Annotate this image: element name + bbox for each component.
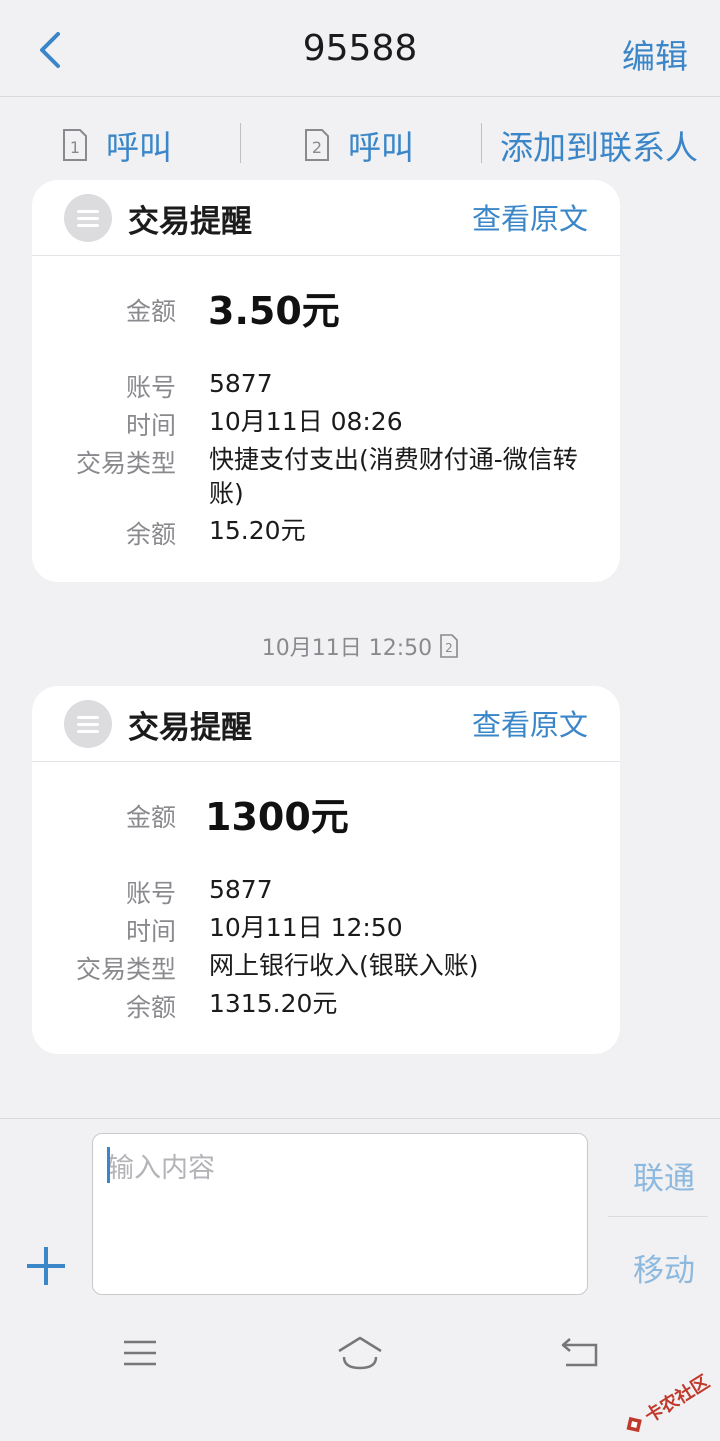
- amount-value: 1300元: [205, 795, 349, 839]
- detail-row: 账号 5877: [32, 874, 620, 912]
- sim-card-2-number: 2: [312, 138, 322, 157]
- top-app-bar: 95588 编辑: [0, 0, 720, 97]
- view-original-link[interactable]: 查看原文: [472, 196, 588, 238]
- detail-label: 交易类型: [75, 449, 176, 478]
- detail-label: 账号: [125, 879, 176, 908]
- send-via-unicom-button[interactable]: 联通: [608, 1153, 720, 1198]
- divider: [481, 123, 482, 163]
- detail-label: 交易类型: [75, 955, 176, 984]
- detail-row: 余额 15.20元: [32, 515, 620, 553]
- message-card[interactable]: 交易提醒 查看原文 金额 3.50元 账号 5877 时间 10月11日 08:…: [32, 180, 620, 582]
- edit-button[interactable]: 编辑: [622, 30, 688, 78]
- message-card-header: 交易提醒 查看原文: [32, 180, 620, 256]
- text-caret: [107, 1147, 110, 1183]
- detail-value: 快捷支付支出(消费财付通-微信转账): [209, 445, 578, 508]
- view-original-link[interactable]: 查看原文: [472, 702, 588, 744]
- message-bubble-icon: [64, 700, 112, 748]
- message-composer: 联通 移动: [0, 1118, 720, 1309]
- sim-card-1-icon: 1: [63, 129, 87, 161]
- detail-row: 账号 5877: [32, 368, 620, 406]
- detail-label: 余额: [125, 520, 176, 549]
- message-input[interactable]: [92, 1133, 588, 1295]
- amount-row: 金额 1300元: [32, 795, 620, 839]
- call-sim2-button[interactable]: 2 呼叫: [304, 121, 414, 169]
- message-title: 交易提醒: [128, 710, 252, 746]
- sim-card-2-number: 2: [445, 641, 453, 655]
- detail-value: 1315.20元: [209, 989, 338, 1018]
- amount-value: 3.50元: [208, 289, 340, 333]
- detail-label: 时间: [125, 917, 176, 946]
- detail-row: 交易类型 快捷支付支出(消费财付通-微信转账): [32, 444, 620, 508]
- detail-row: 交易类型 网上银行收入(银联入账): [32, 950, 620, 988]
- call-sim1-button[interactable]: 1 呼叫: [62, 121, 172, 169]
- conversation-title: 95588: [302, 28, 418, 69]
- detail-label: 余额: [125, 993, 176, 1022]
- back-arrow-icon[interactable]: [560, 1335, 600, 1369]
- message-bubble-icon: [64, 194, 112, 242]
- amount-label: 金额: [125, 803, 176, 832]
- detail-value: 15.20元: [209, 516, 306, 545]
- detail-label: 账号: [125, 373, 176, 402]
- call-action-bar: 1 呼叫 2 呼叫 添加到联系人: [0, 97, 720, 189]
- system-navigation-bar: 卡农社区: [0, 1309, 720, 1433]
- detail-row: 时间 10月11日 12:50: [32, 912, 620, 950]
- amount-row: 金额 3.50元: [32, 289, 620, 333]
- sim-card-2-icon: 2: [440, 634, 458, 658]
- detail-value: 5877: [209, 875, 273, 904]
- sim-card-1-number: 1: [70, 138, 80, 157]
- home-icon[interactable]: [336, 1335, 384, 1371]
- message-card-header: 交易提醒 查看原文: [32, 686, 620, 762]
- message-card[interactable]: 交易提醒 查看原文 金额 1300元 账号 5877 时间 10月11日 12:…: [32, 686, 620, 1054]
- message-title: 交易提醒: [128, 204, 252, 240]
- add-attachment-button[interactable]: [27, 1247, 65, 1285]
- watermark: 卡农社区: [619, 1368, 714, 1441]
- watermark-text: 卡农社区: [641, 1371, 714, 1428]
- amount-label: 金额: [125, 297, 176, 326]
- detail-row: 时间 10月11日 08:26: [32, 406, 620, 444]
- divider: [240, 123, 241, 163]
- divider: [608, 1216, 708, 1217]
- detail-value: 10月11日 12:50: [209, 913, 403, 942]
- message-timestamp: 10月11日 12:50 2: [0, 630, 720, 662]
- add-to-contacts-button[interactable]: 添加到联系人: [500, 121, 698, 169]
- detail-value: 网上银行收入(银联入账): [209, 951, 479, 980]
- detail-label: 时间: [125, 411, 176, 440]
- detail-value: 10月11日 08:26: [209, 407, 403, 436]
- call-sim2-label: 呼叫: [348, 128, 414, 167]
- timestamp-text: 10月11日 12:50: [261, 636, 433, 661]
- call-sim1-label: 呼叫: [106, 128, 172, 167]
- sim-card-2-icon: 2: [305, 129, 329, 161]
- detail-row: 余额 1315.20元: [32, 988, 620, 1026]
- menu-icon[interactable]: [122, 1339, 158, 1367]
- detail-value: 5877: [209, 369, 273, 398]
- send-via-mobile-button[interactable]: 移动: [608, 1245, 720, 1290]
